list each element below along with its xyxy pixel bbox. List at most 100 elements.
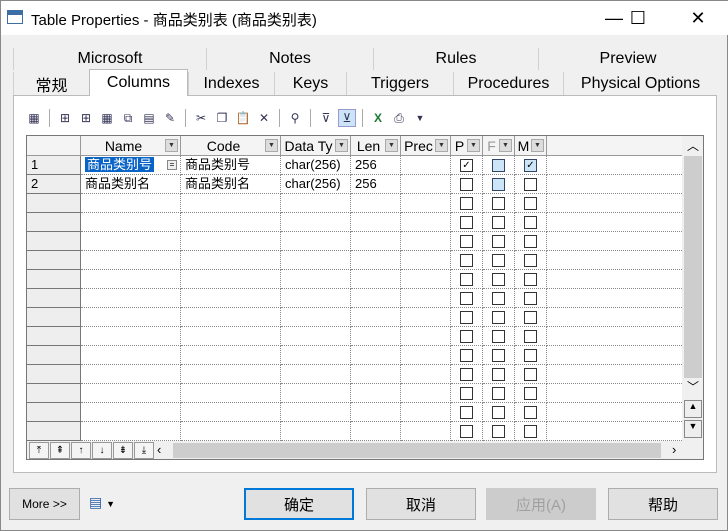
copy-icon[interactable]: ❐ [213,109,231,127]
cell-name[interactable] [81,270,181,289]
tab-preview[interactable]: Preview [538,48,717,70]
cell-type[interactable]: char(256) [281,156,351,175]
checkbox-p[interactable] [460,387,473,400]
cell-prec[interactable] [401,346,451,365]
checkbox-f[interactable] [492,349,505,362]
cell-prec[interactable] [401,194,451,213]
cell-name[interactable]: 商品类别号 = [81,156,181,175]
cell-code[interactable] [181,346,281,365]
cell-len[interactable] [351,270,401,289]
apply-button[interactable]: 应用(A) [486,488,596,520]
cell-len[interactable] [351,232,401,251]
cell-len[interactable]: 256 [351,175,401,194]
checkbox-f[interactable] [492,159,505,172]
find-icon[interactable]: ⚲ [286,109,304,127]
cell-type[interactable] [281,251,351,270]
tab-triggers[interactable]: Triggers [346,72,453,95]
column-header-f[interactable]: F ▼ [483,136,515,156]
tab-procedures[interactable]: Procedures [453,72,563,95]
checkbox-p[interactable] [460,311,473,324]
cell-prec[interactable] [401,308,451,327]
cell-type[interactable] [281,403,351,422]
row-number[interactable]: 1 [27,156,81,175]
cell-type[interactable] [281,365,351,384]
column-header-name[interactable]: Name ▼ [81,136,181,156]
checkbox-f[interactable] [492,368,505,381]
cell-type[interactable] [281,289,351,308]
scroll-bottom-button[interactable]: ▼ [684,420,702,438]
cell-len[interactable] [351,327,401,346]
checkbox-m[interactable] [524,292,537,305]
cell-ellipsis-button[interactable]: = [167,160,177,170]
checkbox-m[interactable] [524,425,537,438]
checkbox-f[interactable] [492,330,505,343]
cell-name[interactable] [81,365,181,384]
tab-microsoft[interactable]: Microsoft [13,48,206,70]
cell-code[interactable] [181,365,281,384]
column-dropdown-icon[interactable]: ▼ [499,139,512,152]
cell-name[interactable] [81,308,181,327]
cell-name[interactable] [81,251,181,270]
tab-columns[interactable]: Columns [89,69,188,96]
cell-len[interactable] [351,403,401,422]
cell-name[interactable] [81,346,181,365]
cell-len[interactable] [351,384,401,403]
paste-attributes-icon[interactable]: ▤ [140,109,158,127]
checkbox-m[interactable] [524,406,537,419]
move-up-icon[interactable]: ↑ [71,442,91,459]
row-number[interactable] [27,289,81,308]
column-dropdown-icon[interactable]: ▼ [467,139,480,152]
cell-name[interactable] [81,403,181,422]
checkbox-m[interactable] [524,368,537,381]
cell-prec[interactable] [401,384,451,403]
row-number[interactable] [27,232,81,251]
cell-prec[interactable] [401,327,451,346]
scroll-thumb[interactable] [684,156,702,378]
checkbox-f[interactable] [492,254,505,267]
cell-prec[interactable] [401,270,451,289]
column-header-p[interactable]: P ▼ [451,136,483,156]
paste-icon[interactable]: 📋 [234,109,252,127]
row-number[interactable] [27,270,81,289]
checkbox-p[interactable] [460,368,473,381]
cut-icon[interactable]: ✂ [192,109,210,127]
row-number[interactable] [27,422,81,441]
checkbox-f[interactable] [492,178,505,191]
cell-name[interactable] [81,194,181,213]
checkbox-m[interactable]: ✓ [524,159,537,172]
column-header-data-ty[interactable]: Data Ty ▼ [281,136,351,156]
cell-len[interactable] [351,251,401,270]
scroll-left-icon[interactable]: ‹ [157,442,161,457]
checkbox-f[interactable] [492,292,505,305]
checkbox-f[interactable] [492,387,505,400]
cell-code[interactable] [181,194,281,213]
checkbox-f[interactable] [492,235,505,248]
column-dropdown-icon[interactable]: ▼ [165,139,178,152]
checkbox-m[interactable] [524,178,537,191]
cell-len[interactable] [351,194,401,213]
scroll-down-icon[interactable]: ﹀ [682,378,703,396]
close-button[interactable]: ✕ [675,1,721,35]
row-number[interactable] [27,213,81,232]
checkbox-p[interactable] [460,292,473,305]
properties-icon[interactable]: ▦ [25,109,43,127]
cell-name[interactable] [81,384,181,403]
scroll-right-icon[interactable]: › [672,442,676,457]
cell-prec[interactable] [401,289,451,308]
cell-prec[interactable] [401,213,451,232]
cell-type[interactable] [281,213,351,232]
cell-code[interactable] [181,384,281,403]
column-dropdown-icon[interactable]: ▼ [385,139,398,152]
move-down-icon[interactable]: ↓ [92,442,112,459]
row-number[interactable] [27,251,81,270]
cell-code[interactable] [181,213,281,232]
tab-general[interactable]: 常规 [13,72,89,95]
more-button[interactable]: More >> [9,488,80,520]
cell-type[interactable] [281,270,351,289]
checkbox-m[interactable] [524,330,537,343]
cell-code[interactable] [181,308,281,327]
checkbox-m[interactable] [524,349,537,362]
add-row-icon[interactable]: ⊞ [77,109,95,127]
cell-type[interactable] [281,346,351,365]
checkbox-m[interactable] [524,216,537,229]
